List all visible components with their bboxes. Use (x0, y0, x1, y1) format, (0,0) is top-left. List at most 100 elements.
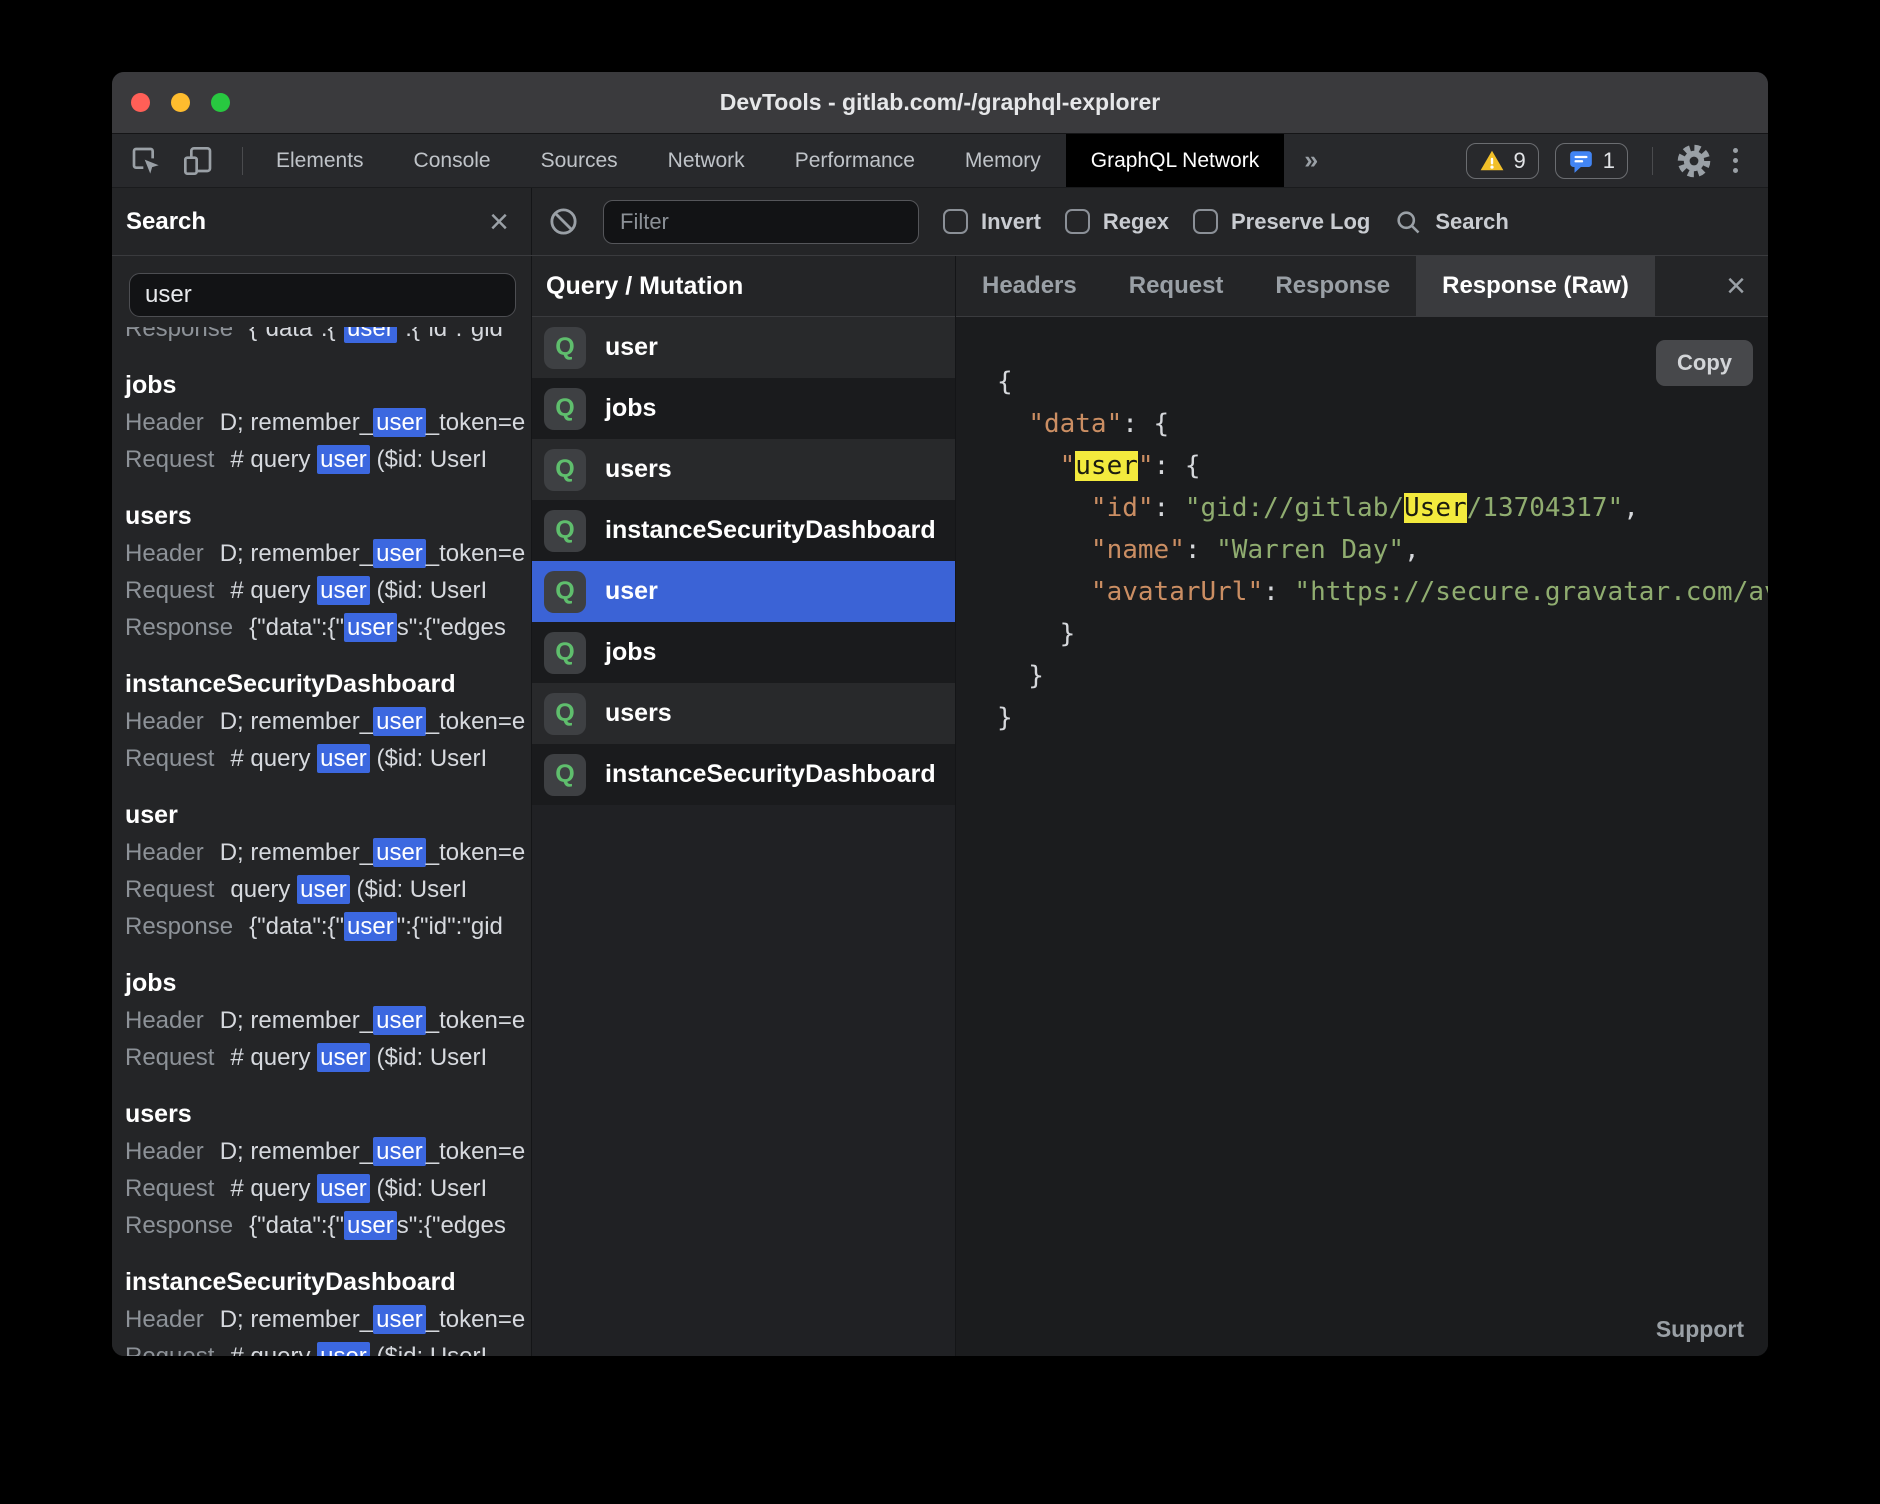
tab-elements[interactable]: Elements (251, 134, 389, 187)
invert-checkbox[interactable] (943, 209, 968, 234)
close-window-button[interactable] (131, 93, 150, 112)
tab-sources[interactable]: Sources (516, 134, 643, 187)
search-result-line[interactable]: Request# query user ($id: UserI (125, 740, 527, 777)
json-line: } (997, 655, 1768, 697)
match-highlight: user (317, 576, 370, 605)
search-result-line[interactable]: Requestquery user ($id: UserI (125, 871, 527, 908)
query-row-jobs[interactable]: Qjobs (532, 622, 955, 683)
zoom-window-button[interactable] (211, 93, 230, 112)
tab-performance[interactable]: Performance (770, 134, 940, 187)
tab-graphql-network[interactable]: GraphQL Network (1066, 134, 1284, 187)
search-result-text: query user ($id: UserI (230, 875, 467, 904)
inspect-element-icon[interactable] (130, 145, 162, 177)
sub-toolbar-band: Search × Invert Regex Preserve Log (112, 188, 1768, 256)
detail-tab-response[interactable]: Response (1249, 256, 1416, 316)
search-close-icon[interactable]: × (489, 205, 509, 239)
settings-gear-button[interactable] (1677, 144, 1711, 178)
search-result-line[interactable]: HeaderD; remember_user_token=e (125, 535, 527, 572)
search-result-line[interactable]: Response{"data":{"users":{"edges (125, 609, 527, 646)
query-label: jobs (605, 394, 656, 423)
search-result-kind: Response (125, 913, 233, 940)
filter-input[interactable] (603, 200, 919, 244)
query-label: user (605, 333, 658, 362)
search-result-line[interactable]: HeaderD; remember_user_token=e (125, 1133, 527, 1170)
detail-tab-headers[interactable]: Headers (956, 256, 1103, 316)
search-result-line[interactable]: Response{"data":{"users":{"edges (125, 1207, 527, 1244)
result-fragment: ":{"id":"gid (397, 913, 503, 940)
search-result-line[interactable]: HeaderD; remember_user_token=e (125, 1301, 527, 1338)
json-line: "id": "gid://gitlab/User/13704317", (997, 487, 1768, 529)
search-result-line[interactable]: HeaderD; remember_user_token=e (125, 1002, 527, 1039)
match-highlight: user (373, 707, 426, 736)
match-highlight: user (317, 445, 370, 474)
tab-memory[interactable]: Memory (940, 134, 1066, 187)
result-fragment: {"data":{" (249, 614, 344, 641)
query-label: instanceSecurityDashboard (605, 516, 936, 545)
search-result-kind: Response (125, 327, 233, 342)
result-fragment: ":{"id":"gid (397, 327, 503, 342)
query-row-users[interactable]: Qusers (532, 439, 955, 500)
search-toggle[interactable]: Search (1394, 208, 1508, 236)
warnings-badge[interactable]: 9 (1466, 143, 1539, 179)
search-result-line[interactable]: Request# query user ($id: UserI (125, 1039, 527, 1076)
detail-tab-response-raw-[interactable]: Response (Raw) (1416, 256, 1655, 316)
copy-button[interactable]: Copy (1656, 340, 1753, 386)
result-fragment: ($id: UserI (370, 1175, 487, 1202)
json-search-highlight: user (1075, 451, 1138, 481)
support-link[interactable]: Support (1656, 1316, 1744, 1343)
search-result-line[interactable]: Response{"data":{"user":{"id":"gid (125, 327, 527, 347)
json-token: "gid://gitlab/ (1185, 493, 1404, 523)
search-toggle-label: Search (1435, 209, 1508, 235)
search-result-line[interactable]: Request# query user ($id: UserI (125, 441, 527, 478)
result-fragment: _token=e (426, 1138, 525, 1165)
preserve-log-checkbox[interactable] (1193, 209, 1218, 234)
regex-label: Regex (1103, 209, 1169, 235)
result-fragment: query (230, 876, 297, 903)
json-line: } (997, 613, 1768, 655)
result-fragment: D; remember_ (220, 1007, 373, 1034)
match-highlight: user (373, 1305, 426, 1334)
query-row-users[interactable]: Qusers (532, 683, 955, 744)
tab-network[interactable]: Network (643, 134, 770, 187)
issues-badge[interactable]: 1 (1555, 143, 1628, 179)
query-row-user[interactable]: Quser (532, 561, 955, 622)
minimize-window-button[interactable] (171, 93, 190, 112)
search-result-line[interactable]: HeaderD; remember_user_token=e (125, 404, 527, 441)
tab-console[interactable]: Console (389, 134, 516, 187)
more-options-button[interactable] (1727, 148, 1744, 173)
search-result-text: {"data":{"user":{"id":"gid (249, 912, 503, 941)
json-token: "id" (1091, 493, 1154, 523)
regex-checkbox-group: Regex (1065, 209, 1169, 235)
search-result-kind: Request (125, 1175, 214, 1202)
search-input[interactable] (129, 273, 516, 317)
more-tabs-chevron[interactable]: » (1284, 134, 1338, 187)
json-line: { (997, 361, 1768, 403)
query-row-jobs[interactable]: Qjobs (532, 378, 955, 439)
search-result-line[interactable]: Request# query user ($id: UserI (125, 1338, 527, 1356)
json-token: : (1263, 577, 1294, 607)
search-result-line[interactable]: Request# query user ($id: UserI (125, 572, 527, 609)
json-token: "data" (1028, 409, 1122, 439)
device-toolbar-icon[interactable] (182, 145, 214, 177)
query-list: QuserQjobsQusersQinstanceSecurityDashboa… (532, 317, 955, 1356)
search-result-line[interactable]: Response {"data":{"user":{"id":"gid (125, 908, 527, 945)
invert-checkbox-group: Invert (943, 209, 1041, 235)
query-row-instanceSecurityDashboard[interactable]: QinstanceSecurityDashboard (532, 744, 955, 805)
query-row-user[interactable]: Quser (532, 317, 955, 378)
titlebar: DevTools - gitlab.com/-/graphql-explorer (112, 72, 1768, 134)
query-type-icon: Q (544, 693, 586, 735)
search-result-group: jobs (125, 965, 527, 1002)
json-line: } (997, 697, 1768, 739)
clear-log-icon[interactable] (548, 206, 579, 237)
regex-checkbox[interactable] (1065, 209, 1090, 234)
search-result-line[interactable]: HeaderD; remember_user_token=e (125, 703, 527, 740)
detail-close-icon[interactable]: × (1726, 269, 1768, 303)
match-highlight: user (317, 744, 370, 773)
match-highlight: user (344, 912, 397, 941)
detail-tab-request[interactable]: Request (1103, 256, 1250, 316)
query-row-instanceSecurityDashboard[interactable]: QinstanceSecurityDashboard (532, 500, 955, 561)
search-result-line[interactable]: HeaderD; remember_user_token=e (125, 834, 527, 871)
result-fragment: D; remember_ (220, 540, 373, 567)
search-result-line[interactable]: Request# query user ($id: UserI (125, 1170, 527, 1207)
result-fragment: D; remember_ (220, 409, 373, 436)
